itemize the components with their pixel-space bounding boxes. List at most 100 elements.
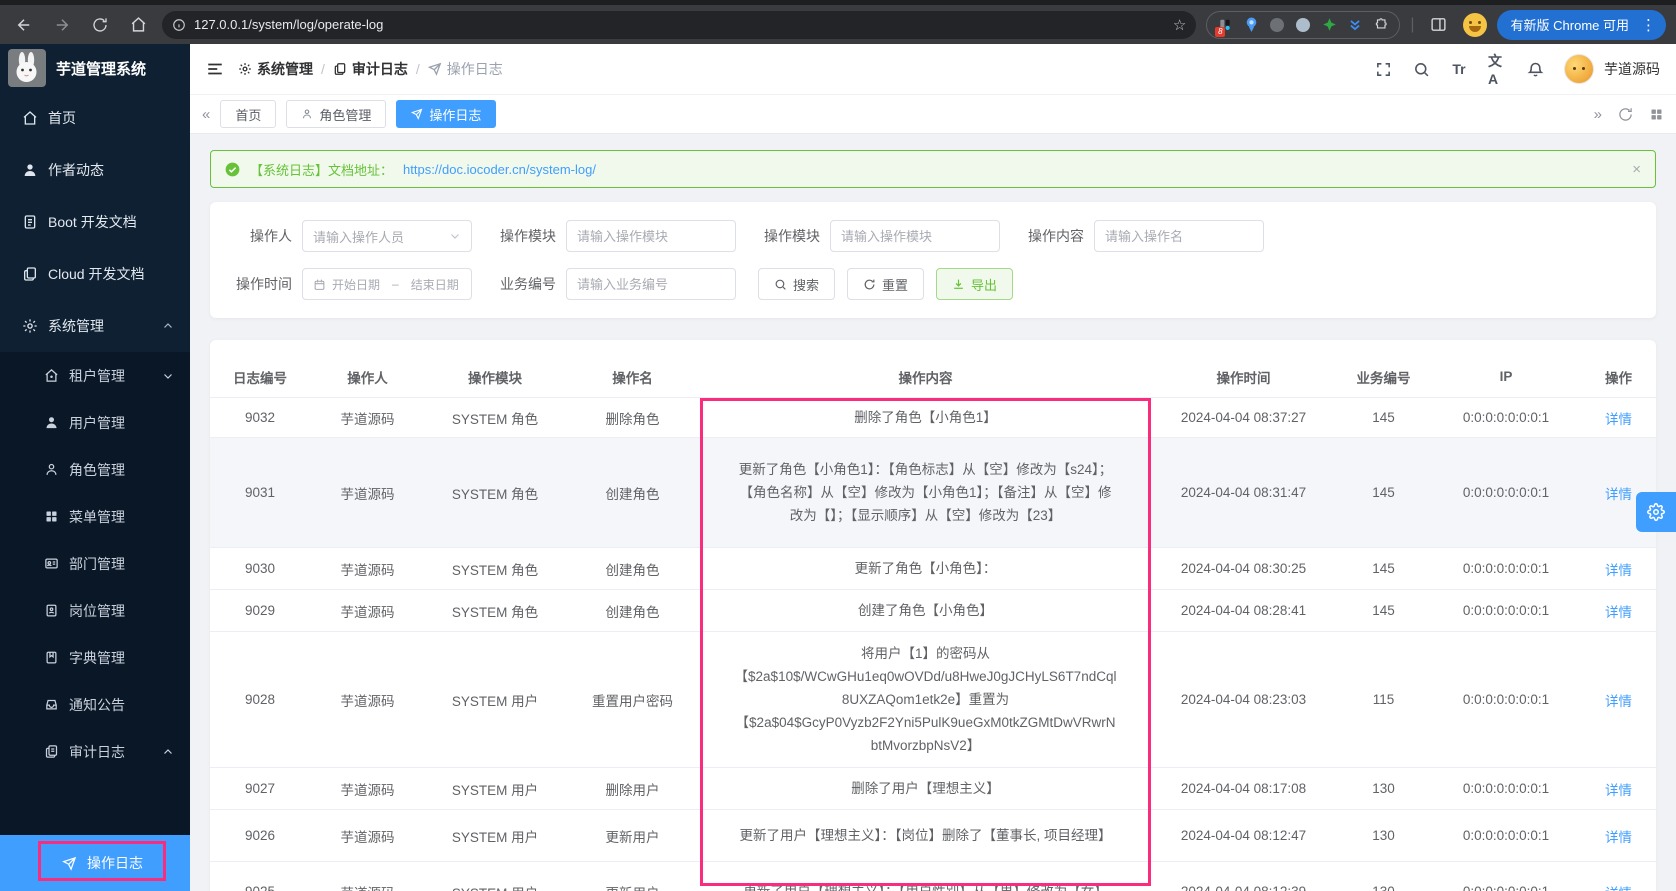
column-header[interactable]: IP — [1431, 356, 1581, 397]
date-range-picker[interactable]: 开始日期 – 结束日期 — [302, 268, 472, 300]
extension-pin-icon[interactable] — [1243, 17, 1259, 33]
sidebar-item-roles[interactable]: 角色管理 — [0, 446, 190, 493]
extension-double-chevron-icon[interactable] — [1347, 17, 1363, 33]
reset-button[interactable]: 重置 — [847, 268, 924, 300]
chrome-update-label: 有新版 Chrome 可用 — [1511, 15, 1629, 34]
chevron-up-icon — [162, 320, 174, 332]
font-size-icon[interactable]: Tr — [1450, 60, 1468, 78]
tab-home[interactable]: 首页 — [220, 100, 276, 128]
chevron-up-icon — [162, 746, 174, 758]
breadcrumb-separator: / — [416, 61, 420, 77]
sidebar-item-audit-log[interactable]: 审计日志 — [0, 728, 190, 775]
sidebar-item-menus[interactable]: 菜单管理 — [0, 493, 190, 540]
sidebar-item-label: 岗位管理 — [69, 601, 125, 621]
extensions-puzzle-icon[interactable] — [1373, 17, 1389, 33]
translate-icon[interactable]: 文A — [1488, 60, 1506, 78]
operation-content: 删除了用户【理想主义】 — [734, 777, 1117, 800]
module: SYSTEM 角色 — [425, 398, 565, 437]
extension-green-star-icon[interactable] — [1321, 17, 1337, 33]
breadcrumb-audit-log[interactable]: 审计日志 — [333, 59, 408, 79]
back-icon[interactable] — [10, 11, 38, 39]
extensions-cluster: 8 — [1206, 11, 1400, 39]
extension-blocker-icon[interactable]: 8 — [1217, 17, 1233, 33]
sidebar-item-users[interactable]: 用户管理 — [0, 399, 190, 446]
detail-link[interactable]: 详情 — [1605, 601, 1632, 621]
column-header[interactable]: 操作名 — [565, 356, 700, 397]
operator-select[interactable]: 请输入操作人员 — [302, 220, 472, 252]
export-button[interactable]: 导出 — [936, 268, 1013, 300]
alert-close-icon[interactable]: × — [1632, 161, 1641, 178]
tab-role-management[interactable]: 角色管理 — [286, 100, 386, 128]
module: SYSTEM 角色 — [425, 438, 565, 547]
sidebar-item-label: 作者动态 — [48, 160, 104, 180]
sidebar-item-boot-docs[interactable]: Boot 开发文档 — [0, 196, 190, 248]
app-title: 芋道管理系统 — [56, 58, 146, 79]
side-panel-icon[interactable] — [1425, 11, 1453, 39]
tabs-scroll-right-icon[interactable]: » — [1594, 106, 1602, 123]
sidebar-item-notices[interactable]: 通知公告 — [0, 681, 190, 728]
sidebar-item-author[interactable]: 作者动态 — [0, 144, 190, 196]
send-icon — [411, 108, 423, 120]
column-header[interactable]: 操作模块 — [425, 356, 565, 397]
sidebar-item-label: 通知公告 — [69, 695, 125, 715]
username[interactable]: 芋道源码 — [1604, 59, 1660, 79]
sidebar-item-tenant[interactable]: 租户管理 — [0, 352, 190, 399]
detail-link[interactable]: 详情 — [1605, 408, 1632, 428]
sidebar-item-posts[interactable]: 岗位管理 — [0, 587, 190, 634]
bookmark-star-icon[interactable]: ☆ — [1173, 16, 1186, 34]
doc-link[interactable]: https://doc.iocoder.cn/system-log/ — [403, 162, 596, 177]
operation-name: 创建角色 — [565, 590, 700, 631]
ip-address: 0:0:0:0:0:0:0:1 — [1431, 768, 1581, 809]
user-avatar[interactable] — [1564, 54, 1594, 84]
collapse-menu-icon[interactable] — [206, 60, 224, 78]
detail-link[interactable]: 详情 — [1605, 559, 1632, 579]
sidebar-item-home[interactable]: 首页 — [0, 92, 190, 144]
fullscreen-icon[interactable] — [1374, 60, 1392, 78]
detail-link[interactable]: 详情 — [1605, 690, 1632, 710]
ip-address: 0:0:0:0:0:0:0:1 — [1431, 632, 1581, 767]
start-date-placeholder: 开始日期 — [332, 276, 380, 293]
detail-link[interactable]: 详情 — [1605, 779, 1632, 799]
module-input[interactable] — [566, 220, 736, 252]
column-header[interactable]: 操作时间 — [1151, 356, 1336, 397]
chrome-update-button[interactable]: 有新版 Chrome 可用 ⋮ — [1497, 10, 1666, 40]
layout-grid-icon[interactable] — [1649, 107, 1664, 122]
tab-operate-log[interactable]: 操作日志 — [396, 100, 496, 128]
detail-link[interactable]: 详情 — [1605, 882, 1632, 891]
column-header[interactable]: 操作 — [1581, 356, 1656, 397]
detail-link[interactable]: 详情 — [1605, 483, 1632, 503]
forward-icon[interactable] — [48, 11, 76, 39]
address-bar[interactable]: 127.0.0.1/system/log/operate-log ☆ — [162, 11, 1196, 39]
url-text[interactable]: 127.0.0.1/system/log/operate-log — [194, 17, 1165, 32]
sidebar-item-operate-log[interactable]: 操作日志 — [0, 835, 190, 891]
breadcrumb-operate-log: 操作日志 — [428, 59, 503, 79]
column-header[interactable]: 日志编号 — [210, 356, 310, 397]
tabs-scroll-left-icon[interactable]: « — [202, 106, 210, 123]
reload-icon[interactable] — [86, 11, 114, 39]
module-2-input[interactable] — [830, 220, 1000, 252]
breadcrumb-label: 审计日志 — [352, 59, 408, 79]
search-button[interactable]: 搜索 — [758, 268, 835, 300]
bell-icon[interactable] — [1526, 60, 1544, 78]
extension-circle-light-icon[interactable] — [1295, 17, 1311, 33]
biz-no-input[interactable] — [566, 268, 736, 300]
sidebar-item-cloud-docs[interactable]: Cloud 开发文档 — [0, 248, 190, 300]
sidebar-item-dictionary[interactable]: 字典管理 — [0, 634, 190, 681]
search-icon[interactable] — [1412, 60, 1430, 78]
browser-menu-icon[interactable]: ⋮ — [1637, 16, 1660, 34]
extension-circle-dark-icon[interactable] — [1269, 17, 1285, 33]
home-icon[interactable] — [124, 11, 152, 39]
column-header[interactable]: 操作人 — [310, 356, 425, 397]
settings-fab[interactable] — [1636, 492, 1676, 532]
column-header[interactable]: 操作内容 — [700, 356, 1151, 397]
table-header-row: 日志编号 操作人 操作模块 操作名 操作内容 操作时间 业务编号 IP 操作 — [210, 356, 1656, 398]
site-info-icon[interactable] — [172, 18, 186, 32]
content-input[interactable] — [1094, 220, 1264, 252]
sidebar-item-departments[interactable]: 部门管理 — [0, 540, 190, 587]
column-header[interactable]: 业务编号 — [1336, 356, 1431, 397]
sidebar-item-system[interactable]: 系统管理 — [0, 300, 190, 352]
breadcrumb-system[interactable]: 系统管理 — [238, 59, 313, 79]
refresh-icon[interactable] — [1618, 107, 1633, 122]
profile-avatar[interactable] — [1463, 13, 1487, 37]
detail-link[interactable]: 详情 — [1605, 826, 1632, 846]
